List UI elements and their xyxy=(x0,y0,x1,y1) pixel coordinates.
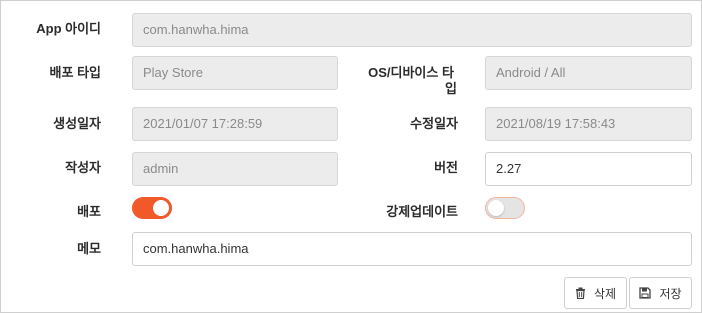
trash-icon xyxy=(575,287,586,299)
app-id-field: com.hanwha.hima xyxy=(132,13,692,47)
os-device-type-label: OS/디바이스 타 입 xyxy=(361,65,461,97)
created-at-label: 생성일자 xyxy=(53,116,101,131)
delete-button[interactable]: 삭제 xyxy=(564,277,627,309)
created-at-field: 2021/01/07 17:28:59 xyxy=(132,107,338,141)
deploy-type-field: Play Store xyxy=(132,56,338,90)
app-detail-form: App 아이디 com.hanwha.hima 배포 타입 Play Store… xyxy=(0,0,702,313)
deploy-toggle[interactable] xyxy=(132,197,172,219)
floppy-disk-icon xyxy=(639,287,652,299)
os-device-type-field: Android / All xyxy=(485,56,692,90)
force-update-toggle-knob xyxy=(488,200,504,216)
version-input[interactable]: 2.27 xyxy=(485,152,692,186)
memo-label: 메모 xyxy=(77,241,101,256)
deploy-toggle-knob xyxy=(153,200,169,216)
modified-at-field: 2021/08/19 17:58:43 xyxy=(485,107,692,141)
save-button[interactable]: 저장 xyxy=(629,277,692,309)
author-field: admin xyxy=(132,152,338,186)
save-button-label: 저장 xyxy=(659,286,682,301)
deploy-label: 배포 xyxy=(77,204,101,219)
modified-at-label: 수정일자 xyxy=(410,116,458,131)
app-id-label: App 아이디 xyxy=(36,21,101,36)
force-update-label: 강제업데이트 xyxy=(386,204,458,219)
deploy-type-label: 배포 타입 xyxy=(49,65,101,80)
version-label: 버전 xyxy=(434,160,458,175)
os-device-type-label-line2: 입 xyxy=(445,81,457,96)
memo-input[interactable]: com.hanwha.hima xyxy=(132,232,692,266)
delete-button-label: 삭제 xyxy=(593,286,617,301)
author-label: 작성자 xyxy=(65,160,101,175)
os-device-type-label-line1: OS/디바이스 타 xyxy=(368,65,454,80)
force-update-toggle[interactable] xyxy=(485,197,525,219)
